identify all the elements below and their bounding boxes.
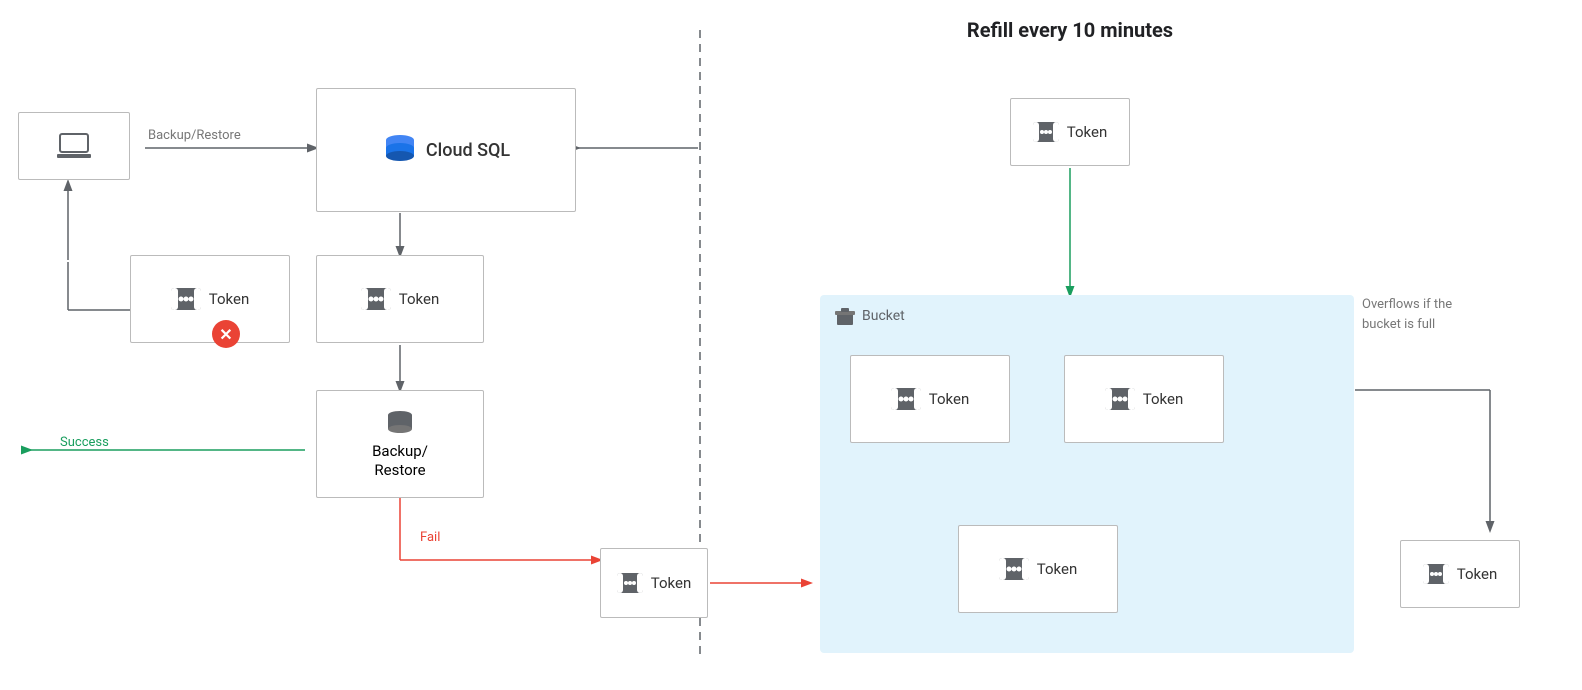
token-box-bucket-tr: Token [1064, 355, 1224, 443]
diagram-container: Refill every 10 minutes [0, 0, 1582, 690]
token-box-fail: Token [600, 548, 708, 618]
token-label-left: Token [209, 290, 249, 308]
token-icon-overflow [1423, 564, 1449, 584]
token-icon-tr [1033, 122, 1059, 142]
page-title: Refill every 10 minutes [870, 18, 1270, 42]
cloud-sql-label: Cloud SQL [426, 140, 510, 161]
token-icon-btl [891, 388, 921, 410]
overflows-label: Overflows if the bucket is full [1362, 295, 1482, 334]
token-icon-bbc [999, 558, 1029, 580]
token-icon-btr [1105, 388, 1135, 410]
bucket-text: Bucket [862, 308, 905, 324]
backup-restore-label: Backup/Restore [148, 128, 241, 143]
success-label: Success [60, 435, 109, 450]
token-box-top-right: Token [1010, 98, 1130, 166]
backup-restore-box: Backup/Restore [316, 390, 484, 498]
laptop-box [18, 112, 130, 180]
token-label-mid: Token [399, 290, 439, 308]
token-label-btl: Token [929, 390, 969, 408]
token-box-bucket-tl: Token [850, 355, 1010, 443]
bucket-icon [834, 305, 856, 327]
token-icon-left [171, 288, 201, 310]
token-label-overflow: Token [1457, 565, 1497, 583]
token-label-fail: Token [651, 574, 691, 592]
backup-icon [386, 408, 414, 436]
token-icon-mid [361, 288, 391, 310]
token-label-tr: Token [1067, 123, 1107, 141]
token-box-left: Token [130, 255, 290, 343]
token-box-mid: Token [316, 255, 484, 343]
bucket-area: Bucket Token [820, 295, 1354, 653]
error-badge: ✕ [212, 320, 240, 348]
token-box-overflow: Token [1400, 540, 1520, 608]
backup-restore-label-box: Backup/Restore [372, 442, 428, 481]
cloud-sql-icon [382, 132, 418, 168]
cloud-sql-box: Cloud SQL [316, 88, 576, 212]
laptop-icon [57, 132, 91, 160]
token-icon-fail [617, 573, 643, 593]
token-label-bbc: Token [1037, 560, 1077, 578]
token-label-btr: Token [1143, 390, 1183, 408]
fail-label: Fail [420, 530, 440, 545]
token-box-bucket-bc: Token [958, 525, 1118, 613]
bucket-label-row: Bucket [834, 305, 905, 327]
